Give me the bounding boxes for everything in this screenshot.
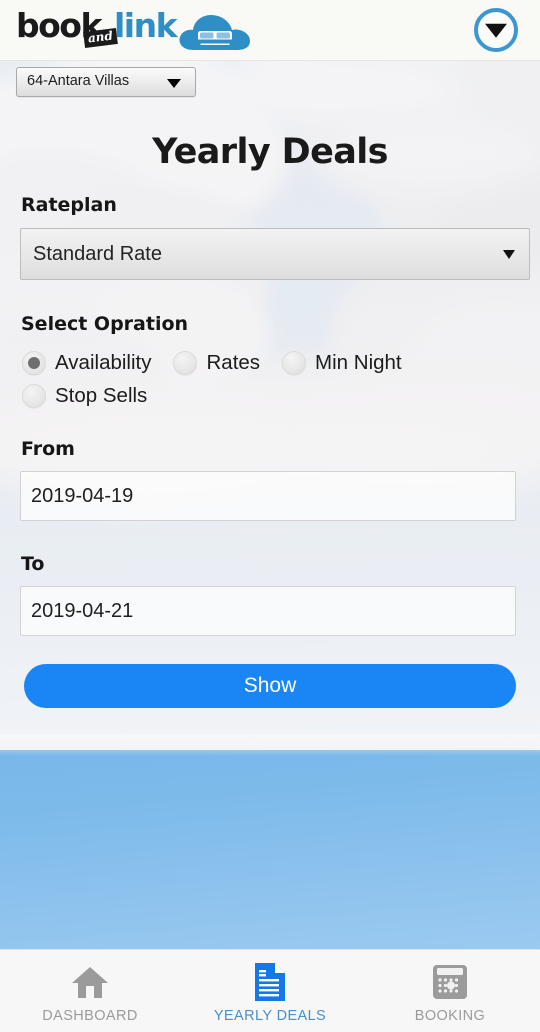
from-date-value: 2019-04-19 <box>31 485 134 507</box>
radio-indicator[interactable] <box>22 351 46 375</box>
cloud-bed-logo-icon <box>176 10 256 61</box>
to-date-value: 2019-04-21 <box>31 600 134 622</box>
radio-option-rates[interactable]: Rates <box>173 351 260 375</box>
bottom-navigation-bar: DASHBOARD YEARLY DEALS BOOKING <box>0 949 540 1032</box>
app-screen: book and link 64-Antara Villas Yearly De… <box>0 0 540 1032</box>
radio-indicator[interactable] <box>282 351 307 375</box>
dropdown-menu-button[interactable] <box>474 8 518 52</box>
nav-item-yearly-deals[interactable]: YEARLY DEALS <box>180 950 360 1032</box>
document-icon <box>253 962 287 1002</box>
radio-label: Rates <box>206 351 261 374</box>
page-title: Yearly Deals <box>152 132 388 172</box>
radio-indicator[interactable] <box>22 384 46 408</box>
rateplan-select[interactable]: Standard Rate <box>20 228 530 280</box>
scrim-fade <box>0 734 540 756</box>
home-icon <box>70 962 110 1002</box>
booking-link-logo: book and link <box>16 4 256 56</box>
chevron-down-icon <box>485 23 507 38</box>
from-label: From <box>21 438 75 460</box>
nav-item-dashboard[interactable]: DASHBOARD <box>0 950 180 1032</box>
app-header: book and link <box>0 0 540 61</box>
caret-down-icon <box>503 250 515 259</box>
nav-label: BOOKING <box>414 1008 486 1024</box>
radio-label: Stop Sells <box>55 384 148 407</box>
rateplan-select-value: Standard Rate <box>33 243 162 265</box>
operation-label: Select Opration <box>21 313 189 335</box>
show-button[interactable]: Show <box>24 664 516 708</box>
to-date-input[interactable]: 2019-04-21 <box>20 586 516 636</box>
property-select-value: 64-Antara Villas <box>27 73 130 89</box>
radio-option-availability[interactable]: Availability <box>22 351 151 375</box>
operation-radio-row-1: Availability Rates Min Night <box>0 351 540 375</box>
nav-label: DASHBOARD <box>42 1008 138 1024</box>
radio-indicator[interactable] <box>173 351 198 375</box>
radio-label: Min Night <box>315 351 402 374</box>
nav-item-booking[interactable]: BOOKING <box>360 950 540 1032</box>
logo-text-link: link <box>114 6 178 45</box>
operation-radio-row-2: Stop Sells <box>0 384 540 408</box>
radio-label: Availability <box>55 351 152 374</box>
nav-label: YEARLY DEALS <box>213 1008 327 1024</box>
to-label: To <box>21 553 45 575</box>
radio-option-stop-sells[interactable]: Stop Sells <box>22 384 147 408</box>
caret-down-icon <box>167 79 181 88</box>
property-select[interactable]: 64-Antara Villas <box>16 67 196 97</box>
rateplan-label: Rateplan <box>21 194 117 216</box>
from-date-input[interactable]: 2019-04-19 <box>20 471 516 521</box>
main-content: Yearly Deals Rateplan Standard Rate Sele… <box>0 60 540 708</box>
logo-badge-and: and <box>83 28 118 48</box>
calendar-icon <box>431 962 469 1002</box>
radio-option-min-night[interactable]: Min Night <box>282 351 402 375</box>
